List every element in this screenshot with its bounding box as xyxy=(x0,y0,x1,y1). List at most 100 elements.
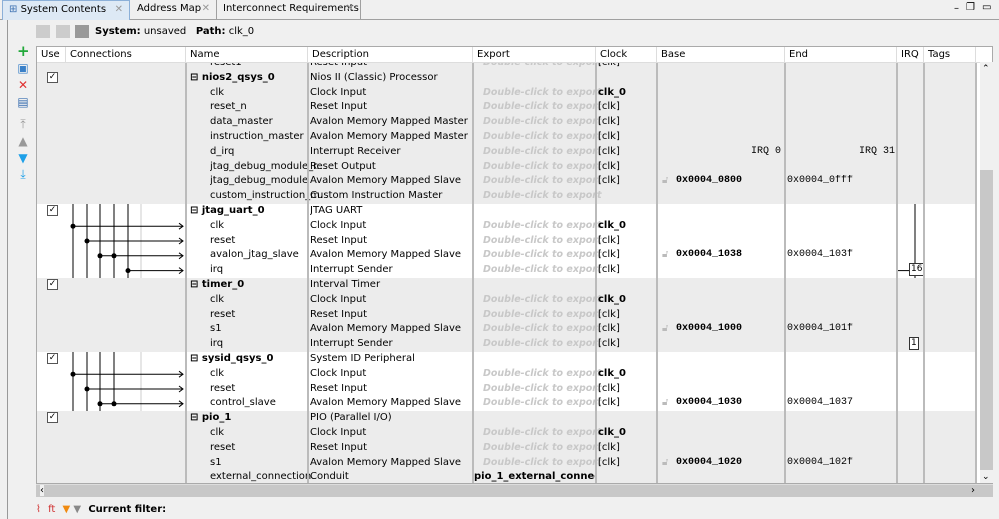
clock-cell[interactable]: [clk] xyxy=(598,264,620,276)
clock-cell[interactable]: [clk] xyxy=(598,101,620,113)
export-cell[interactable]: Double-click to export xyxy=(483,442,604,454)
signal-filter-icon[interactable]: ⌇ xyxy=(36,504,41,515)
interface-row[interactable]: control_slave Avalon Memory Mapped Slave D… xyxy=(37,396,977,411)
column-header-use[interactable]: Use xyxy=(37,47,66,63)
interface-row[interactable]: clk Clock Input Double-click to export clk_… xyxy=(37,367,977,382)
interface-row[interactable]: jtag_debug_module_r... Reset Output Double… xyxy=(37,159,977,175)
base-address[interactable]: 0x0004_1020 xyxy=(676,457,742,469)
clock-cell[interactable]: [clk] xyxy=(598,146,620,158)
close-tab-icon[interactable]: ✕ xyxy=(346,3,354,14)
interface-row[interactable]: reset Reset Input Double-click to export [c… xyxy=(37,234,977,249)
clock-cell[interactable]: [clk] xyxy=(598,235,620,247)
add-component-icon[interactable]: ▣ xyxy=(17,62,29,74)
clock-cell[interactable]: [clk] xyxy=(598,309,620,321)
interface-row[interactable]: instruction_master Avalon Memory Mapped M… xyxy=(37,130,977,145)
interface-row[interactable]: jtag_debug_module Avalon Memory Mapped Sl… xyxy=(37,174,977,190)
use-checkbox[interactable]: ✓ xyxy=(47,71,58,83)
component-row[interactable]: ✓ ⊟ nios2_qsys_0 Nios II (Classic) Process… xyxy=(37,70,977,86)
clock-cell[interactable]: clk_0 xyxy=(598,427,626,439)
column-header-clock[interactable]: Clock xyxy=(596,47,657,63)
component-row[interactable]: ✓ ⊟ pio_1 PIO (Parallel I/O) xyxy=(37,411,977,426)
clock-cell[interactable]: [clk] xyxy=(598,442,620,454)
scroll-left-icon[interactable]: ‹ xyxy=(40,485,44,496)
clock-filter-icon[interactable]: ft xyxy=(48,504,55,515)
interface-row[interactable]: reset_n Reset Input Double-click to export… xyxy=(37,100,977,116)
clock-cell[interactable]: clk_0 xyxy=(598,294,626,306)
restore-icon[interactable]: ❐ xyxy=(966,2,975,13)
export-cell[interactable]: Double-click to export xyxy=(483,116,604,128)
column-header-name[interactable]: Name xyxy=(186,47,308,63)
interface-row[interactable]: data_master Avalon Memory Mapped Master Do… xyxy=(37,115,977,130)
scroll-thumb[interactable] xyxy=(980,170,993,470)
use-checkbox[interactable]: ✓ xyxy=(47,412,58,424)
export-cell[interactable]: Double-click to export xyxy=(483,220,604,232)
export-cell[interactable]: Double-click to export xyxy=(483,131,604,143)
base-address[interactable]: 0x0004_1000 xyxy=(676,323,742,335)
export-cell[interactable]: Double-click to export xyxy=(483,63,604,69)
collapse-icon[interactable]: ⊟ xyxy=(190,72,198,83)
export-cell[interactable]: Double-click to export xyxy=(483,323,604,335)
tab-address-map[interactable]: Address Map ✕ xyxy=(131,0,217,20)
component-row[interactable]: ✓ ⊟ jtag_uart_0 JTAG UART xyxy=(37,204,977,219)
base-address[interactable]: 0x0004_0800 xyxy=(676,175,742,187)
interface-row[interactable]: d_irq Interrupt Receiver Double-click to e… xyxy=(37,144,977,160)
export-cell[interactable]: Double-click to export xyxy=(483,383,604,395)
clear-filter-icon[interactable]: ▼ xyxy=(73,504,81,515)
base-address[interactable]: 0x0004_1038 xyxy=(676,249,742,261)
export-cell[interactable]: Double-click to export xyxy=(483,294,604,306)
export-cell[interactable]: Double-click to export xyxy=(483,338,604,350)
base-address[interactable]: 0x0004_1030 xyxy=(676,397,742,409)
scroll-down-icon[interactable]: ⌄ xyxy=(982,472,990,482)
collapse-icon[interactable]: ⊟ xyxy=(190,353,198,364)
interface-row[interactable]: clk Clock Input Double-click to export clk_… xyxy=(37,219,977,234)
lock-icon[interactable]: 🔓︎ xyxy=(662,457,668,469)
tab-system-contents[interactable]: ⊞ System Contents ✕ xyxy=(2,0,130,20)
interface-row[interactable]: reset1 Reset Input Double-click to export[… xyxy=(37,63,977,71)
collapse-icon[interactable]: ⊟ xyxy=(190,279,198,290)
interface-row[interactable]: irq Interrupt Sender Double-click to expor… xyxy=(37,337,977,352)
vertical-scrollbar[interactable]: ⌃ ⌄ xyxy=(980,62,993,483)
export-cell[interactable]: Double-click to export xyxy=(483,161,604,173)
interface-row[interactable]: clk Clock Input Double-click to export clk_… xyxy=(37,426,977,441)
clock-cell[interactable]: clk_0 xyxy=(598,87,626,99)
filter-icon[interactable]: ▼ xyxy=(63,504,71,515)
interface-row[interactable]: external_connection Conduit pio_1_external… xyxy=(37,470,977,483)
component-row[interactable]: ✓ ⊟ sysid_qsys_0 System ID Peripheral xyxy=(37,352,977,367)
export-cell[interactable]: Double-click to export xyxy=(483,235,604,247)
clock-cell[interactable]: [clk] xyxy=(598,397,620,409)
interface-row[interactable]: clk Clock Input Double-click to export clk_… xyxy=(37,292,977,308)
column-header-base[interactable]: Base xyxy=(657,47,785,63)
remove-icon[interactable]: ✕ xyxy=(17,79,29,91)
use-checkbox[interactable]: ✓ xyxy=(47,279,58,290)
move-up-icon[interactable] xyxy=(56,25,70,38)
interface-row[interactable]: custom_instruction_m... Custom Instructio… xyxy=(37,189,977,204)
clock-cell[interactable]: [clk] xyxy=(598,63,620,69)
export-cell[interactable]: Double-click to export xyxy=(483,190,604,202)
column-header-end[interactable]: End xyxy=(785,47,897,63)
export-cell[interactable]: Double-click to export xyxy=(483,427,604,439)
collapse-icon[interactable]: ⊟ xyxy=(190,205,198,216)
close-tab-icon[interactable]: ✕ xyxy=(202,3,210,14)
column-header-tags[interactable]: Tags xyxy=(924,47,976,63)
clock-cell[interactable]: [clk] xyxy=(598,249,620,261)
lock-icon[interactable]: 🔓︎ xyxy=(662,175,668,187)
export-cell[interactable]: Double-click to export xyxy=(483,175,604,187)
export-cell[interactable]: Double-click to export xyxy=(483,249,604,261)
clock-cell[interactable]: [clk] xyxy=(598,457,620,469)
column-header-export[interactable]: Export xyxy=(473,47,596,63)
component-row[interactable]: ✓ ⊟ timer_0 Interval Timer xyxy=(37,278,977,293)
clock-cell[interactable]: [clk] xyxy=(598,131,620,143)
column-header-connections[interactable]: Connections xyxy=(66,47,186,63)
use-checkbox[interactable]: ✓ xyxy=(47,205,58,216)
interface-row[interactable]: reset Reset Input Double-click to export [c… xyxy=(37,440,977,456)
clock-cell[interactable]: [clk] xyxy=(598,175,620,187)
clock-cell[interactable]: clk_0 xyxy=(598,368,626,380)
edit-icon[interactable]: ▤ xyxy=(17,96,29,108)
export-cell[interactable]: Double-click to export xyxy=(483,368,604,380)
column-header-description[interactable]: Description xyxy=(308,47,473,63)
interface-row[interactable]: reset Reset Input Double-click to export [c… xyxy=(37,382,977,397)
interface-row[interactable]: clk Clock Input Double-click to export clk_… xyxy=(37,85,977,101)
export-cell[interactable]: Double-click to export xyxy=(483,397,604,409)
clock-cell[interactable]: clk_0 xyxy=(598,220,626,232)
clock-cell[interactable]: [clk] xyxy=(598,383,620,395)
